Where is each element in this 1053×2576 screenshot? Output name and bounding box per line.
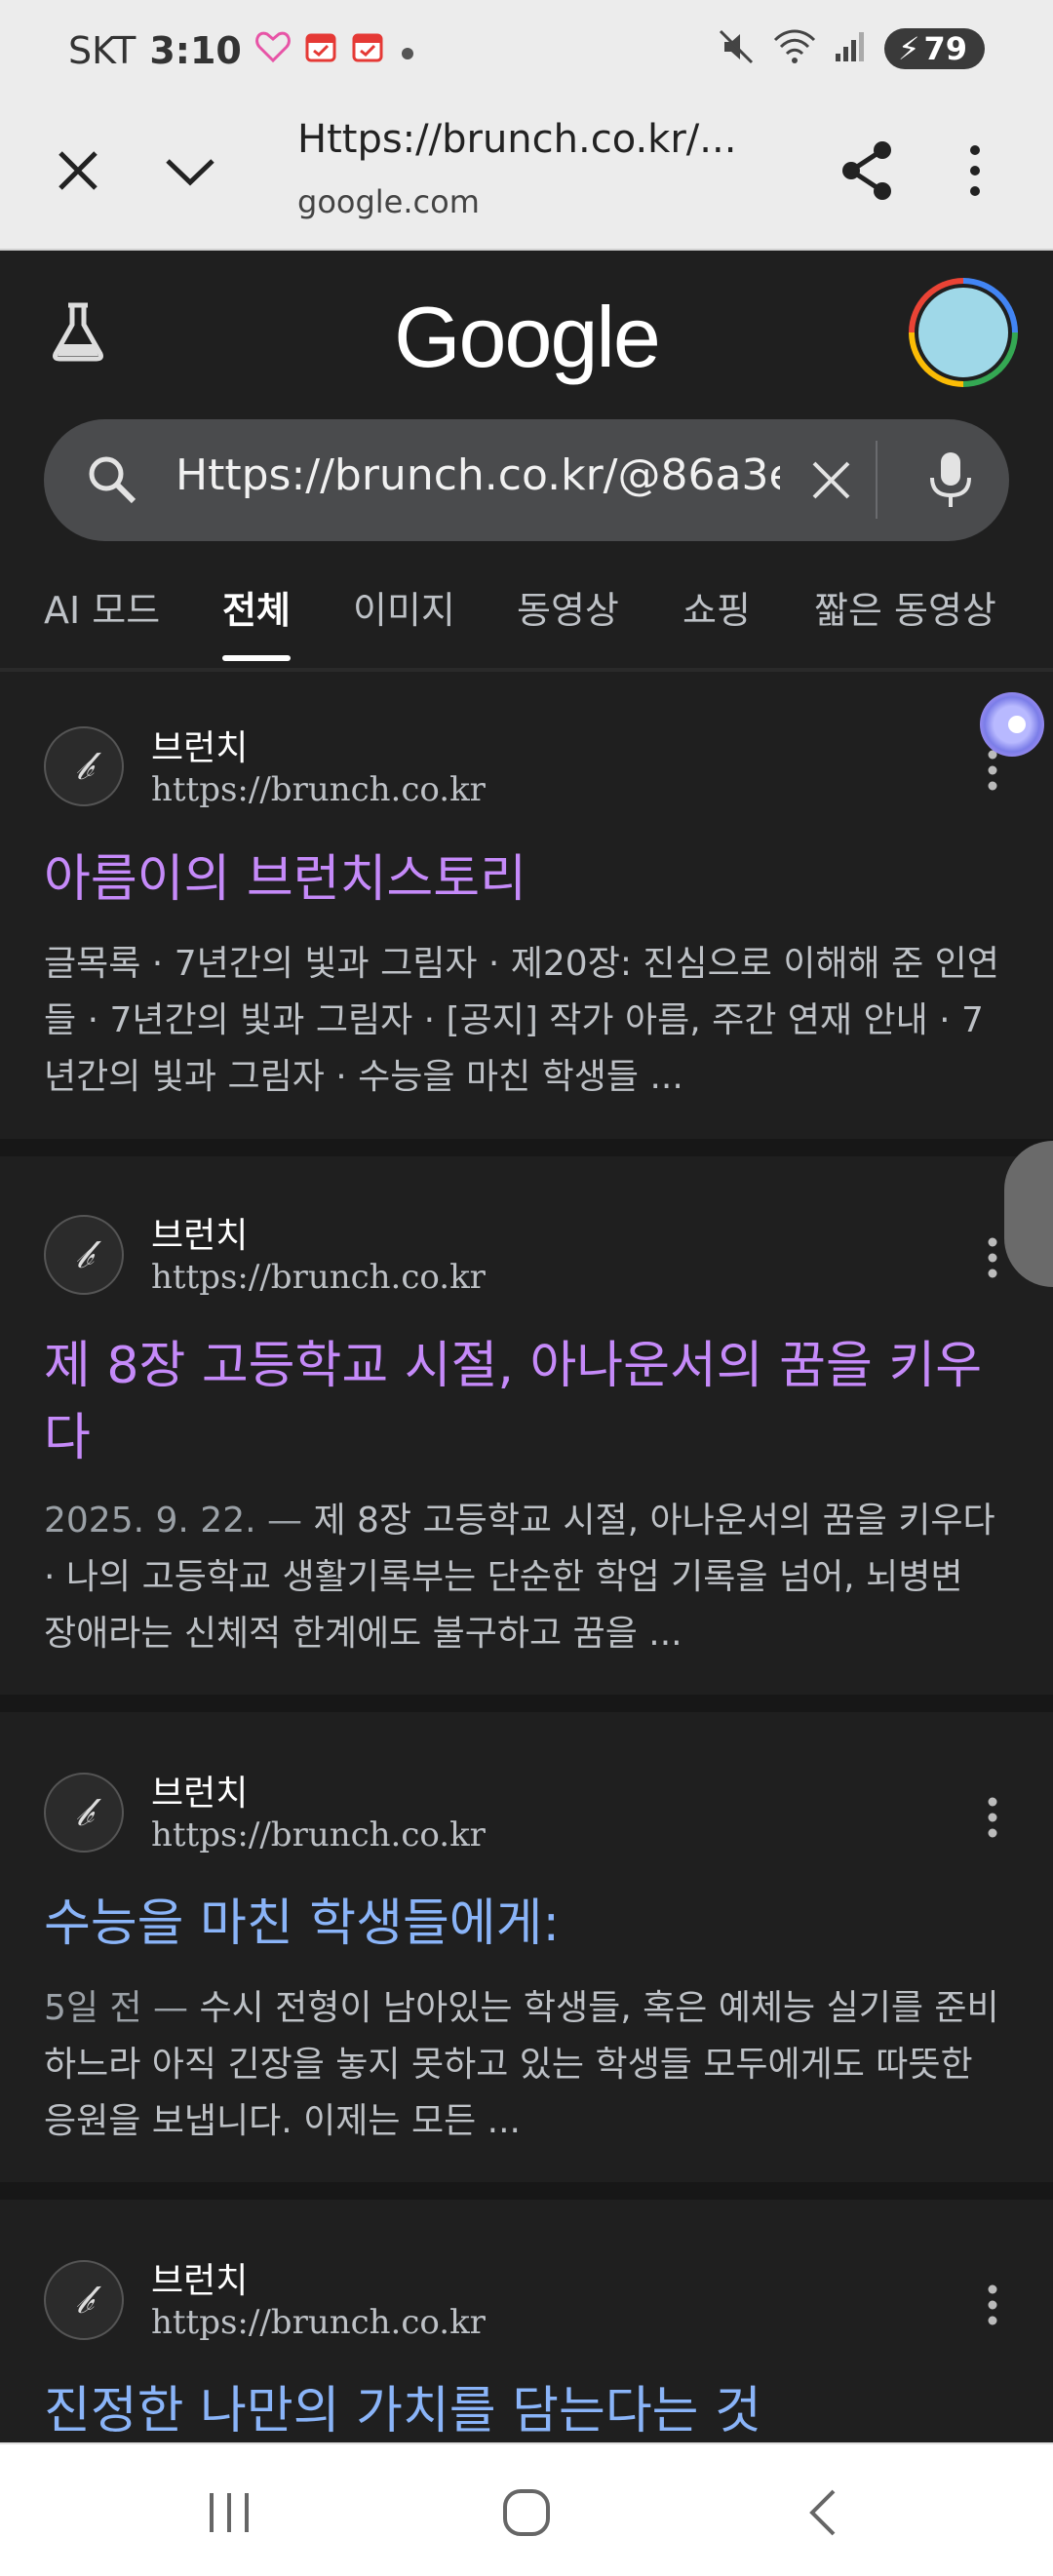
page-domain: google.com	[297, 183, 480, 220]
title-line: 다	[44, 1409, 91, 1467]
tab-images[interactable]: 이미지	[353, 580, 455, 634]
more-vert-icon	[988, 1797, 997, 1838]
result-title-link[interactable]: 제 8장 고등학교 시절, 아나운서의 꿈을 키우 다	[44, 1330, 1009, 1474]
site-url[interactable]: https://brunch.co.kr	[151, 2303, 486, 2342]
google-logo[interactable]: Google	[0, 288, 1053, 387]
avatar-image	[915, 284, 1012, 381]
search-result: 𝒷 브런치 https://brunch.co.kr 수능을 마친 학생들에게:…	[0, 1712, 1053, 2180]
chevron-down-icon	[166, 159, 214, 186]
more-vert-icon	[970, 145, 980, 196]
divider	[0, 1139, 1053, 1156]
site-favicon: 𝒷	[44, 1215, 124, 1295]
result-more-button[interactable]	[973, 1788, 1012, 1847]
more-options-button[interactable]	[951, 137, 999, 205]
result-date: 2025. 9. 22. —	[44, 1501, 302, 1541]
search-result: 𝒷 브런치 https://brunch.co.kr 진정한 나만의 가치를 담…	[0, 2200, 1053, 2443]
battery-indicator: ⚡ 79	[884, 28, 985, 69]
recents-icon	[210, 2493, 249, 2532]
site-favicon: 𝒷	[44, 726, 124, 806]
snippet-line: 들 · 7년간의 빛과 그림자 · [공지] 작가 아름, 주간 연재 안내 ·…	[44, 1000, 984, 1040]
close-icon	[58, 151, 98, 190]
recent-apps-button[interactable]	[200, 2483, 258, 2546]
heart-icon	[254, 29, 291, 72]
edge-panel-handle[interactable]	[1004, 1141, 1053, 1287]
calendar-icon	[304, 29, 337, 72]
result-snippet: 글목록 · 7년간의 빛과 그림자 · 제20장: 진심으로 이해해 준 인연 …	[44, 936, 1009, 1106]
snippet-line: 글목록 · 7년간의 빛과 그림자 · 제20장: 진심으로 이해해 준 인연	[44, 944, 999, 984]
result-snippet: 5일 전 — 수시 전형이 남아있는 학생들, 혹은 예체능 실기를 준비 하느…	[44, 1980, 1009, 2150]
home-button[interactable]	[497, 2483, 556, 2546]
voice-search-button[interactable]	[926, 449, 975, 512]
mute-icon	[717, 27, 756, 70]
snippet-line: 제 8장 고등학교 시절, 아나운서의 꿈을 키우다	[302, 1501, 995, 1541]
site-url[interactable]: https://brunch.co.kr	[151, 1815, 486, 1854]
search-icon	[83, 450, 141, 509]
status-bar: SKT 3:10 ⚡ 79	[0, 0, 1053, 107]
search-tabs: AI 모드 전체 이미지 동영상 쇼핑 짧은 동영상	[0, 570, 1053, 668]
page-url-title[interactable]: Https://brunch.co.kr/...	[297, 117, 736, 162]
title-line: 제 8장 고등학교 시절, 아나운서의 꿈을 키우	[44, 1337, 983, 1395]
close-tab-button[interactable]	[49, 141, 107, 200]
share-button[interactable]	[834, 137, 902, 205]
close-icon	[812, 461, 850, 499]
site-favicon: 𝒷	[44, 1773, 124, 1853]
back-icon	[809, 2489, 836, 2536]
result-date: 5일 전 —	[44, 1988, 189, 2028]
tab-all[interactable]: 전체	[222, 580, 291, 661]
result-title-link[interactable]: 수능을 마친 학생들에게:	[44, 1888, 1009, 1960]
site-name[interactable]: 브런치	[151, 720, 248, 770]
result-title-link[interactable]: 아름이의 브런치스토리	[44, 843, 1009, 916]
divider	[0, 668, 1053, 672]
site-name[interactable]: 브런치	[151, 1207, 248, 1258]
search-result: 𝒷 브런치 https://brunch.co.kr 아름이의 브런치스토리 글…	[0, 673, 1053, 1136]
search-input[interactable]: Https://brunch.co.kr/@86a3e	[176, 450, 780, 500]
site-name[interactable]: 브런치	[151, 1765, 248, 1815]
battery-level: 79	[923, 30, 967, 67]
result-more-button[interactable]	[973, 2276, 1012, 2334]
bolt-icon: ⚡	[898, 30, 920, 67]
snippet-line: · 나의 고등학교 생활기록부는 단순한 학업 기록을 넘어, 뇌병변	[44, 1557, 963, 1597]
tab-ai-mode[interactable]: AI 모드	[44, 580, 160, 634]
tab-videos[interactable]: 동영상	[517, 580, 619, 634]
snippet-line: 하느라 아직 긴장을 놓지 못하고 있는 학생들 모두에게도 따뜻한	[44, 2045, 973, 2085]
snippet-line: 수시 전형이 남아있는 학생들, 혹은 예체능 실기를 준비	[188, 1988, 999, 2028]
search-box[interactable]: Https://brunch.co.kr/@86a3e	[44, 419, 1009, 541]
more-vert-icon	[988, 2284, 997, 2325]
browser-toolbar: Https://brunch.co.kr/... google.com	[0, 107, 1053, 251]
snippet-line: 응원을 보냅니다. 이제는 모든 ...	[44, 2101, 521, 2141]
site-favicon: 𝒷	[44, 2260, 124, 2340]
snippet-line: 장애라는 신체적 한계에도 불구하고 꿈을 ...	[44, 1614, 682, 1654]
google-header: Google Https://brunch.co.kr/@86a3e AI 모드…	[0, 249, 1053, 668]
search-result: 𝒷 브런치 https://brunch.co.kr 제 8장 고등학교 시절,…	[0, 1156, 1053, 1693]
carrier-label: SKT	[68, 29, 136, 72]
site-name[interactable]: 브런치	[151, 2252, 248, 2303]
tab-shopping[interactable]: 쇼핑	[682, 580, 751, 634]
clear-search-button[interactable]	[804, 453, 858, 507]
back-button[interactable]	[795, 2483, 853, 2546]
share-icon	[842, 141, 891, 200]
site-url[interactable]: https://brunch.co.kr	[151, 770, 486, 809]
clock: 3:10	[149, 29, 242, 72]
divider	[876, 441, 878, 519]
result-snippet: 2025. 9. 22. — 제 8장 고등학교 시절, 아나운서의 꿈을 키우…	[44, 1493, 1009, 1662]
divider	[0, 2182, 1053, 2200]
mic-icon	[930, 452, 971, 507]
wifi-icon	[773, 28, 816, 69]
dot-icon	[398, 29, 417, 72]
calendar-icon	[351, 29, 384, 72]
site-url[interactable]: https://brunch.co.kr	[151, 1258, 486, 1297]
snippet-line: 년간의 빛과 그림자 · 수능을 마친 학생들 ...	[44, 1057, 683, 1097]
floating-assistant-bubble[interactable]	[980, 692, 1044, 757]
divider	[0, 1695, 1053, 1712]
minimize-button[interactable]	[156, 141, 224, 200]
home-icon	[503, 2489, 550, 2536]
avatar[interactable]	[909, 278, 1018, 387]
system-nav-bar	[0, 2442, 1053, 2576]
signal-icon	[834, 30, 867, 67]
tab-short-videos[interactable]: 짧은 동영상	[814, 580, 996, 634]
result-title-link[interactable]: 진정한 나만의 가치를 담는다는 것	[44, 2375, 1009, 2443]
